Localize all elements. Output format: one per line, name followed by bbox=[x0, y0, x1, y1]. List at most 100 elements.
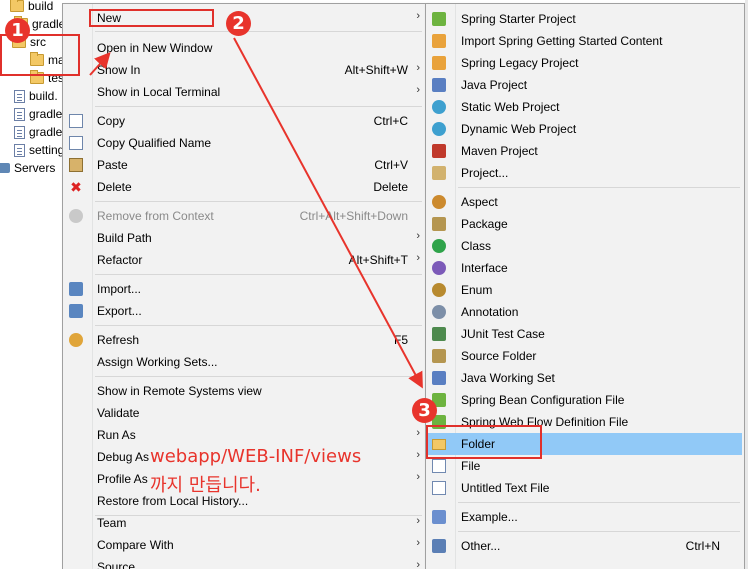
submenu-item-interface[interactable]: Interface bbox=[428, 257, 742, 279]
spring-starter-icon bbox=[432, 12, 446, 26]
tree-item-label: gradle bbox=[32, 17, 66, 31]
highlight-box-folder-item bbox=[426, 425, 542, 459]
submenu-item-aspect[interactable]: Aspect bbox=[428, 191, 742, 213]
chevron-right-icon: › bbox=[416, 559, 420, 569]
menu-item-remove-from-context[interactable]: Remove from Context Ctrl+Alt+Shift+Down bbox=[65, 205, 424, 227]
copy-icon bbox=[69, 114, 83, 128]
tree-item-label: gradle bbox=[29, 125, 63, 139]
menu-item-paste[interactable]: Paste Ctrl+V bbox=[65, 154, 424, 176]
chevron-right-icon: › bbox=[416, 252, 420, 264]
file-icon bbox=[14, 143, 25, 157]
submenu-item-java-working-set[interactable]: Java Working Set bbox=[428, 367, 742, 389]
submenu-item-static-web-project[interactable]: Static Web Project bbox=[428, 96, 742, 118]
menu-item-compare-with[interactable]: Compare With › bbox=[65, 534, 424, 556]
spring-legacy-icon bbox=[432, 56, 446, 70]
menu-item-import[interactable]: Import... bbox=[65, 278, 424, 300]
menu-item-copy-qualified-name[interactable]: Copy Qualified Name bbox=[65, 132, 424, 154]
maven-icon bbox=[432, 144, 446, 158]
static-web-icon bbox=[432, 100, 446, 114]
enum-icon bbox=[432, 283, 446, 297]
submenu-item-dynamic-web-project[interactable]: Dynamic Web Project bbox=[428, 118, 742, 140]
chevron-right-icon: › bbox=[416, 10, 420, 22]
submenu-item-spring-legacy-project[interactable]: Spring Legacy Project bbox=[428, 52, 742, 74]
menu-item-source[interactable]: Source › bbox=[65, 556, 424, 569]
copy-qualified-name-icon bbox=[69, 136, 83, 150]
step-badge-3: 3 bbox=[412, 398, 437, 423]
menu-item-delete[interactable]: ✖ Delete Delete bbox=[65, 176, 424, 198]
menu-item-build-path[interactable]: Build Path › bbox=[65, 227, 424, 249]
step-badge-2: 2 bbox=[226, 11, 251, 36]
submenu-item-example[interactable]: Example... bbox=[428, 506, 742, 528]
menu-item-open-in-new-window[interactable]: Open in New Window bbox=[65, 37, 424, 59]
tree-item-servers[interactable]: Servers bbox=[0, 159, 55, 177]
menu-separator bbox=[95, 376, 422, 377]
file-icon bbox=[14, 107, 25, 121]
menu-item-export[interactable]: Export... bbox=[65, 300, 424, 322]
menu-item-run-as[interactable]: Run As › bbox=[65, 424, 424, 446]
menu-separator bbox=[95, 274, 422, 275]
spring-import-icon bbox=[432, 34, 446, 48]
menu-item-refactor[interactable]: Refactor Alt+Shift+T › bbox=[65, 249, 424, 271]
submenu-item-spring-bean-config-file[interactable]: Spring Bean Configuration File bbox=[428, 389, 742, 411]
package-icon bbox=[432, 217, 446, 231]
interface-icon bbox=[432, 261, 446, 275]
chevron-right-icon: › bbox=[416, 62, 420, 74]
menu-item-assign-working-sets[interactable]: Assign Working Sets... bbox=[65, 351, 424, 373]
file-icon bbox=[432, 459, 446, 473]
submenu-item-junit-test-case[interactable]: JUnit Test Case bbox=[428, 323, 742, 345]
submenu-item-source-folder[interactable]: Source Folder bbox=[428, 345, 742, 367]
menu-item-show-in-local-terminal[interactable]: Show in Local Terminal › bbox=[65, 81, 424, 103]
menu-separator bbox=[458, 531, 740, 532]
highlight-box-new-item bbox=[89, 9, 214, 27]
submenu-item-annotation[interactable]: Annotation bbox=[428, 301, 742, 323]
source-folder-icon bbox=[432, 349, 446, 363]
text-file-icon bbox=[432, 481, 446, 495]
menu-item-show-in-remote-systems-view[interactable]: Show in Remote Systems view bbox=[65, 380, 424, 402]
refresh-icon bbox=[69, 333, 83, 347]
chevron-right-icon: › bbox=[416, 471, 420, 483]
remove-from-context-icon bbox=[69, 209, 83, 223]
menu-item-validate[interactable]: Validate bbox=[65, 402, 424, 424]
submenu-item-spring-starter-project[interactable]: Spring Starter Project bbox=[428, 8, 742, 30]
menu-separator bbox=[458, 187, 740, 188]
file-icon bbox=[14, 125, 25, 139]
submenu-item-other[interactable]: Other... Ctrl+N bbox=[428, 535, 742, 557]
submenu-item-import-spring-content[interactable]: Import Spring Getting Started Content bbox=[428, 30, 742, 52]
menu-separator bbox=[95, 201, 422, 202]
tree-item-gradle-file-2[interactable]: gradle bbox=[14, 123, 62, 141]
submenu-item-class[interactable]: Class bbox=[428, 235, 742, 257]
step-badge-1: 1 bbox=[5, 18, 30, 43]
import-icon bbox=[69, 282, 83, 296]
project-icon bbox=[432, 166, 446, 180]
aspect-icon bbox=[432, 195, 446, 209]
chevron-right-icon: › bbox=[416, 537, 420, 549]
delete-icon: ✖ bbox=[70, 179, 82, 195]
chevron-right-icon: › bbox=[416, 84, 420, 96]
submenu-item-untitled-text-file[interactable]: Untitled Text File bbox=[428, 477, 742, 499]
submenu-item-enum[interactable]: Enum bbox=[428, 279, 742, 301]
working-set-icon bbox=[432, 371, 446, 385]
tree-item-settings[interactable]: setting bbox=[14, 141, 64, 159]
menu-separator bbox=[95, 325, 422, 326]
dynamic-web-icon bbox=[432, 122, 446, 136]
tree-item-gradle-file[interactable]: gradle bbox=[14, 105, 62, 123]
annotation-note-path: webapp/WEB-INF/views bbox=[150, 446, 362, 467]
file-icon bbox=[14, 89, 25, 103]
menu-item-show-in[interactable]: Show In Alt+Shift+W › bbox=[65, 59, 424, 81]
submenu-item-package[interactable]: Package bbox=[428, 213, 742, 235]
class-icon bbox=[432, 239, 446, 253]
menu-item-refresh[interactable]: Refresh F5 bbox=[65, 329, 424, 351]
submenu-item-maven-project[interactable]: Maven Project bbox=[428, 140, 742, 162]
junit-icon bbox=[432, 327, 446, 341]
chevron-right-icon: › bbox=[416, 427, 420, 439]
menu-item-copy[interactable]: Copy Ctrl+C bbox=[65, 110, 424, 132]
java-project-icon bbox=[432, 78, 446, 92]
tree-item-build[interactable]: build bbox=[10, 0, 53, 15]
menu-item-team[interactable]: Team › bbox=[65, 512, 424, 534]
tree-item-label: build. bbox=[29, 89, 58, 103]
annotation-note-suffix: 까지 만듭니다. bbox=[150, 475, 261, 496]
menu-separator bbox=[95, 31, 422, 32]
submenu-item-project[interactable]: Project... bbox=[428, 162, 742, 184]
tree-item-build-file[interactable]: build. bbox=[14, 87, 58, 105]
submenu-item-java-project[interactable]: Java Project bbox=[428, 74, 742, 96]
